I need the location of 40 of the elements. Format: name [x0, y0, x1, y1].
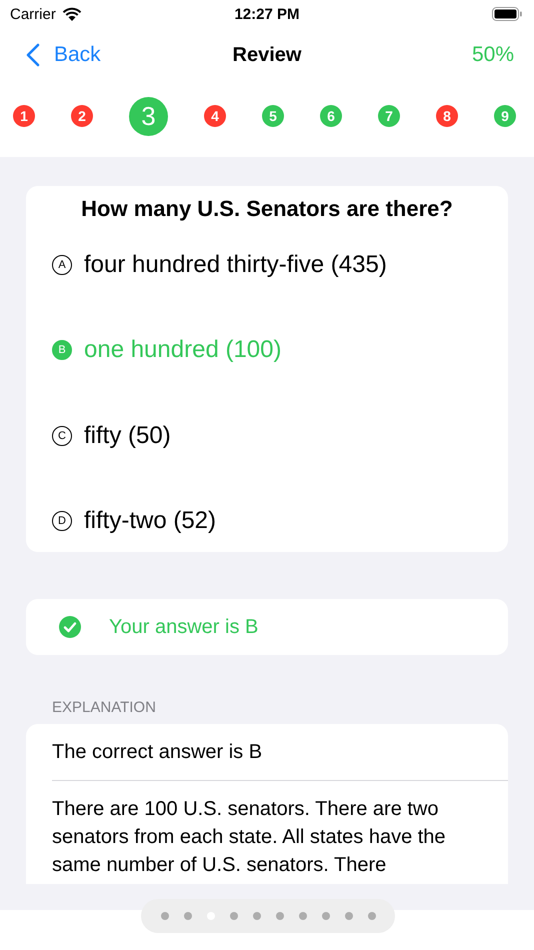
- status-time: 12:27 PM: [234, 6, 300, 22]
- question-number[interactable]: 7: [378, 105, 400, 127]
- page-dot[interactable]: [298, 912, 306, 920]
- question-text: How many U.S. Senators are there?: [80, 196, 454, 222]
- page-dot[interactable]: [252, 912, 260, 920]
- answer-option[interactable]: A four hundred thirty-five (435): [26, 222, 508, 308]
- option-letter-icon: C: [52, 426, 72, 446]
- page-control[interactable]: [141, 899, 395, 933]
- page-dot[interactable]: [160, 912, 168, 920]
- chevron-left-icon: [26, 43, 40, 67]
- page-dot[interactable]: [230, 912, 238, 920]
- answer-option[interactable]: B one hundred (100): [26, 308, 508, 393]
- page-dot[interactable]: [276, 912, 284, 920]
- battery-icon: [492, 7, 522, 21]
- question-number[interactable]: 6: [320, 105, 342, 127]
- question-number[interactable]: 4: [204, 105, 226, 127]
- wifi-icon: [62, 7, 82, 21]
- question-number[interactable]: 9: [494, 105, 516, 127]
- result-text: Your answer is B: [109, 616, 258, 638]
- page-dot[interactable]: [322, 912, 330, 920]
- question-number[interactable]: 8: [436, 105, 458, 127]
- question-number[interactable]: 3: [129, 96, 168, 136]
- page-dot[interactable]: [184, 912, 192, 920]
- answer-option[interactable]: C fifty (50): [26, 393, 508, 478]
- explanation-text: There are 100 U.S. senators. There are two senators from each state. All states have the same number of U.S. senators. There: [52, 797, 447, 878]
- page-dot[interactable]: [344, 912, 352, 920]
- option-letter-icon: A: [52, 254, 72, 275]
- question-number[interactable]: 2: [71, 105, 93, 127]
- explanation-title: The correct answer is B: [52, 724, 508, 781]
- carrier-label: Carrier: [10, 6, 56, 22]
- question-number[interactable]: 5: [262, 105, 284, 127]
- back-button[interactable]: Back: [26, 43, 101, 67]
- answer-option[interactable]: D fifty-two (52): [26, 478, 508, 564]
- page-dot[interactable]: [368, 912, 376, 920]
- screen-title: Review: [232, 44, 302, 66]
- score-label: 50%: [472, 43, 514, 67]
- option-letter-icon: B: [52, 340, 72, 360]
- question-number[interactable]: 1: [13, 105, 35, 127]
- section-heading: EXPLANATION: [52, 699, 157, 716]
- option-letter-icon: D: [52, 511, 72, 532]
